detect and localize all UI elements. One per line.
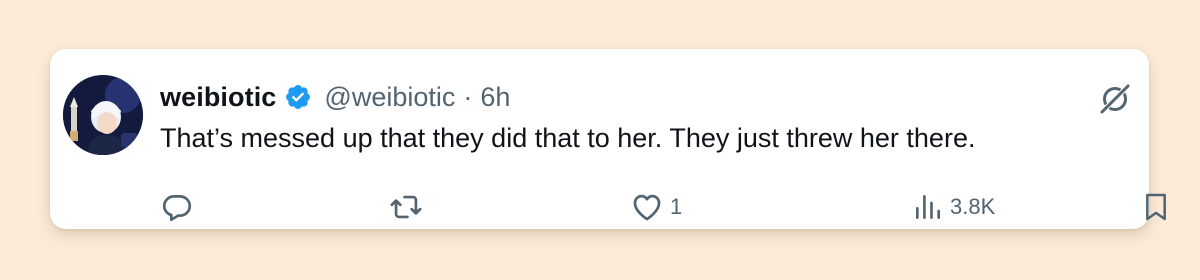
bookmark-button[interactable] (1140, 189, 1172, 225)
retweet-icon (390, 195, 422, 219)
tweet-header: weibiotic @weibiotic · 6h (160, 79, 510, 115)
views-icon (916, 195, 940, 219)
heart-icon (633, 194, 661, 221)
like-button[interactable]: 1 (630, 189, 682, 225)
handle[interactable]: @weibiotic (324, 82, 455, 113)
display-name[interactable]: weibiotic (160, 82, 276, 113)
timestamp[interactable]: 6h (480, 82, 510, 113)
action-bar: 1 3.8K (160, 189, 1166, 225)
reply-icon (162, 195, 192, 222)
tweet-card[interactable]: weibiotic @weibiotic · 6h That’s messed … (50, 49, 1166, 229)
avatar[interactable] (63, 75, 143, 155)
tweet-text: That’s messed up that they did that to h… (160, 123, 976, 153)
retweet-button[interactable] (388, 189, 430, 225)
grok-icon[interactable] (1095, 79, 1135, 119)
verified-badge-icon (284, 83, 312, 111)
views-count: 3.8K (950, 194, 996, 219)
avatar-image (63, 75, 143, 155)
views-button[interactable]: 3.8K (912, 189, 995, 225)
like-count: 1 (670, 194, 683, 219)
bookmark-icon (1146, 193, 1166, 221)
separator-dot: · (463, 81, 473, 112)
reply-button[interactable] (160, 189, 200, 225)
